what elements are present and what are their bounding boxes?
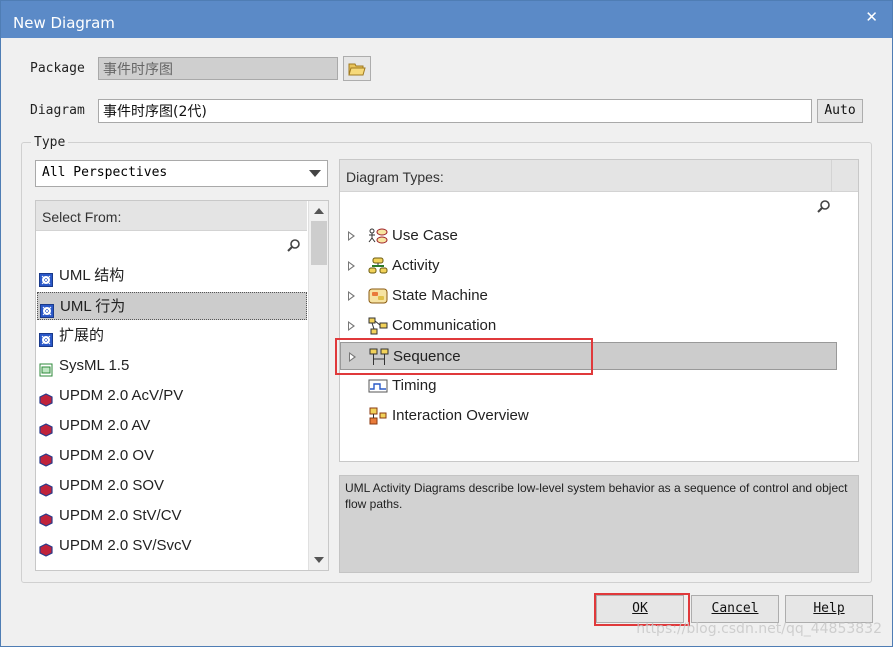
communication-icon <box>368 317 388 335</box>
diagram-type-item[interactable]: Timing <box>340 372 837 400</box>
title-bar: New Diagram ✕ <box>1 1 892 38</box>
scroll-down-button[interactable] <box>309 551 329 569</box>
uml-package-icon <box>40 300 54 318</box>
diagram-label: Diagram <box>30 103 85 118</box>
expand-arrow-icon[interactable] <box>348 261 355 271</box>
select-from-scrollbar[interactable] <box>308 201 328 570</box>
diagram-types-panel: Diagram Types: Use Case Activity State Mac… <box>339 159 859 462</box>
select-from-item[interactable]: UPDM 2.0 StV/CV <box>37 502 307 530</box>
package-value: 事件时序图 <box>103 62 173 78</box>
select-from-item-label: SysML 1.5 <box>59 357 130 374</box>
diagram-name-value: 事件时序图(2代) <box>103 104 207 120</box>
select-from-item-label: UPDM 2.0 SV/SvcV <box>59 537 192 554</box>
diagram-type-label: Interaction Overview <box>392 407 529 424</box>
timing-icon <box>368 377 388 395</box>
uml-package-icon <box>39 329 53 347</box>
help-button[interactable]: Help <box>785 595 873 623</box>
updm-icon <box>39 419 53 437</box>
use-case-icon <box>368 227 388 245</box>
diagram-type-item[interactable]: Use Case <box>340 222 837 250</box>
header-divider <box>831 160 858 192</box>
folder-open-icon <box>348 63 366 76</box>
updm-icon <box>39 479 53 497</box>
scroll-thumb[interactable] <box>311 221 327 265</box>
updm-icon <box>39 449 53 467</box>
updm-icon <box>39 539 53 557</box>
select-from-item-label: 扩展的 <box>59 327 105 344</box>
select-from-item[interactable]: UPDM 2.0 AV <box>37 412 307 440</box>
expand-arrow-icon[interactable] <box>348 291 355 301</box>
select-from-panel: Select From: UML 结构 UML 行为 扩展的 SysML 1.5 UPD… <box>35 200 329 571</box>
sequence-highlight-box <box>335 338 593 375</box>
chevron-down-icon <box>309 170 321 177</box>
diagram-type-item[interactable]: Activity <box>340 252 837 280</box>
diagram-type-label: State Machine <box>392 287 488 304</box>
cancel-button[interactable]: Cancel <box>691 595 779 623</box>
select-from-item[interactable]: UPDM 2.0 SOV <box>37 472 307 500</box>
diagram-type-label: Timing <box>392 377 437 394</box>
package-field: 事件时序图 <box>98 57 338 80</box>
diagram-type-label: Communication <box>392 317 497 334</box>
diagram-type-item[interactable]: Communication <box>340 312 837 340</box>
interaction-overview-icon <box>368 407 388 425</box>
diagram-description: UML Activity Diagrams describe low-level… <box>339 475 859 573</box>
package-label: Package <box>30 61 85 76</box>
scroll-up-button[interactable] <box>309 202 329 220</box>
close-icon[interactable]: ✕ <box>865 8 878 26</box>
diagram-name-input[interactable]: 事件时序图(2代) <box>98 99 812 123</box>
select-from-item-label: UPDM 2.0 OV <box>59 447 155 464</box>
perspective-value: All Perspectives <box>42 165 168 180</box>
uml-package-icon <box>39 269 53 287</box>
select-from-item-label: UPDM 2.0 StV/CV <box>59 507 182 524</box>
select-from-item[interactable]: 扩展的 <box>37 322 307 350</box>
select-from-item[interactable]: UPDM 2.0 AcV/PV <box>37 382 307 410</box>
diagram-type-label: Activity <box>392 257 440 274</box>
select-from-item-label: UPDM 2.0 AV <box>59 417 151 434</box>
diagram-types-header: Diagram Types: <box>340 160 858 192</box>
select-from-header: Select From: <box>36 201 307 231</box>
diagram-type-item[interactable]: State Machine <box>340 282 837 310</box>
diagram-type-item[interactable]: Interaction Overview <box>340 402 837 430</box>
select-from-item-label: UPDM 2.0 AcV/PV <box>59 387 184 404</box>
auto-button[interactable]: Auto <box>817 99 863 123</box>
select-from-item[interactable]: SysML 1.5 <box>37 352 307 380</box>
window-title: New Diagram <box>13 14 115 32</box>
select-from-item[interactable]: UPDM 2.0 SV/SvcV <box>37 532 307 560</box>
new-diagram-dialog: New Diagram ✕ Package 事件时序图 Diagram 事件时序… <box>0 0 893 647</box>
select-from-item-label: UPDM 2.0 SOV <box>59 477 165 494</box>
watermark: https://blog.csdn.net/qq_44853832 <box>636 621 882 637</box>
expand-arrow-icon[interactable] <box>348 321 355 331</box>
diagram-type-label: Use Case <box>392 227 458 244</box>
select-from-item[interactable]: UML 结构 <box>37 262 307 290</box>
select-from-item-label: UML 结构 <box>59 267 125 284</box>
activity-icon <box>368 257 388 275</box>
select-from-item-label: UML 行为 <box>60 298 126 315</box>
search-icon[interactable] <box>287 238 301 252</box>
browse-package-button[interactable] <box>343 56 371 81</box>
select-from-item[interactable]: UML 行为 <box>37 292 307 320</box>
perspective-dropdown[interactable]: All Perspectives <box>35 160 328 187</box>
updm-icon <box>39 509 53 527</box>
updm-icon <box>39 389 53 407</box>
search-icon[interactable] <box>817 199 831 213</box>
select-from-item[interactable]: UPDM 2.0 OV <box>37 442 307 470</box>
type-group-label: Type <box>31 135 69 150</box>
sysml-icon <box>39 359 53 377</box>
expand-arrow-icon[interactable] <box>348 231 355 241</box>
state-machine-icon <box>368 287 388 305</box>
